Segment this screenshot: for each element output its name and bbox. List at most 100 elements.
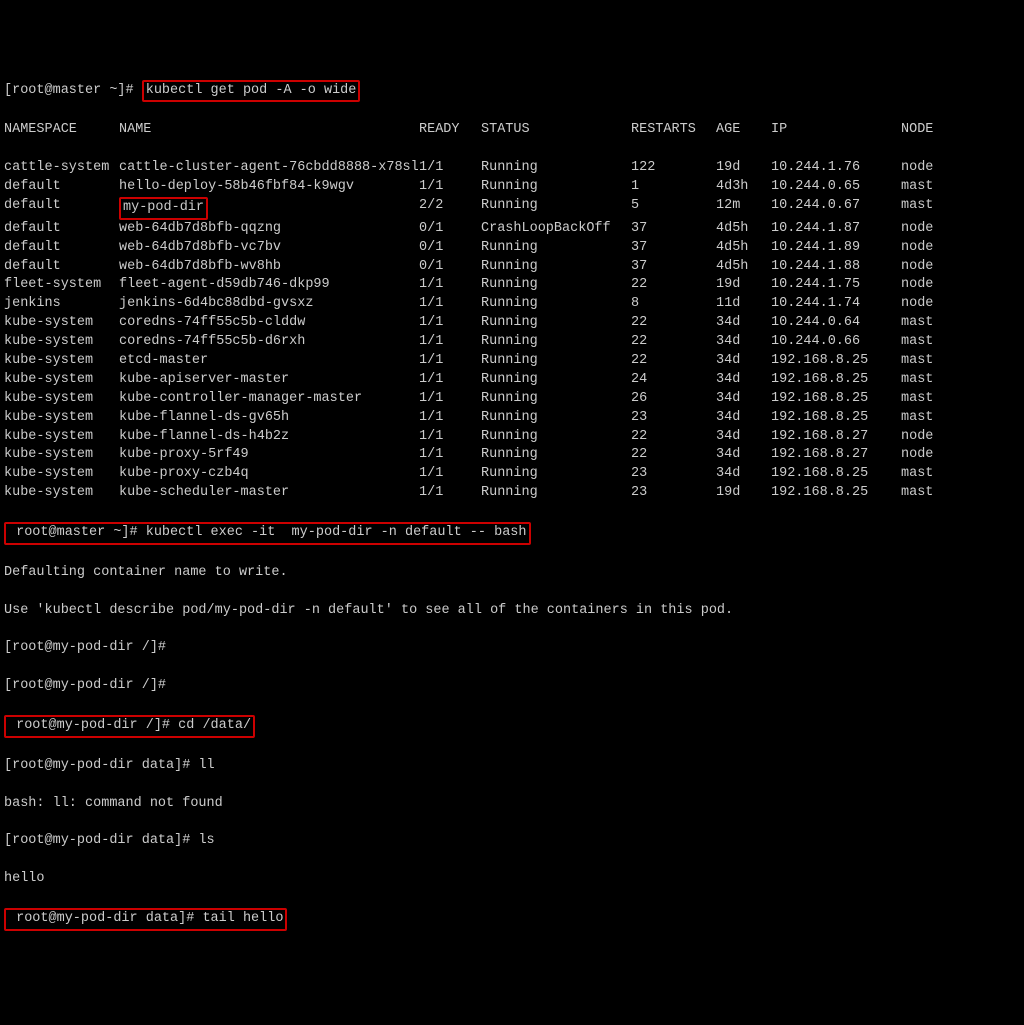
cell-node: node bbox=[901, 220, 951, 239]
cell-ip: 192.168.8.25 bbox=[771, 371, 901, 390]
cell-name: kube-flannel-ds-h4b2z bbox=[119, 428, 419, 447]
cell-ip: 10.244.1.74 bbox=[771, 295, 901, 314]
command-line-1[interactable]: [root@master ~]# kubectl get pod -A -o w… bbox=[4, 80, 1020, 103]
cell-ready: 2/2 bbox=[419, 197, 481, 220]
table-row: defaultweb-64db7d8bfb-qqzng0/1CrashLoopB… bbox=[4, 220, 1020, 239]
cmd-text: kubectl get pod -A -o wide bbox=[146, 83, 357, 98]
cell-restarts: 22 bbox=[631, 276, 716, 295]
cell-namespace: kube-system bbox=[4, 446, 119, 465]
cell-node: mast bbox=[901, 409, 951, 428]
cell-name: etcd-master bbox=[119, 352, 419, 371]
cell-namespace: default bbox=[4, 220, 119, 239]
tail-cmd-text: tail hello bbox=[202, 911, 283, 926]
cell-age: 34d bbox=[716, 409, 771, 428]
cell-age: 34d bbox=[716, 371, 771, 390]
cell-status: Running bbox=[481, 159, 631, 178]
cell-age: 34d bbox=[716, 446, 771, 465]
cell-name: kube-apiserver-master bbox=[119, 371, 419, 390]
cell-restarts: 37 bbox=[631, 239, 716, 258]
cell-restarts: 23 bbox=[631, 484, 716, 503]
cell-ip: 10.244.1.89 bbox=[771, 239, 901, 258]
exec-command-line[interactable]: root@master ~]# kubectl exec -it my-pod-… bbox=[4, 522, 1020, 545]
highlighted-cd-command: root@my-pod-dir /]# cd /data/ bbox=[4, 715, 255, 738]
cell-namespace: kube-system bbox=[4, 352, 119, 371]
cell-age: 12m bbox=[716, 197, 771, 220]
cell-namespace: default bbox=[4, 197, 119, 220]
cell-node: mast bbox=[901, 333, 951, 352]
cell-ip: 192.168.8.25 bbox=[771, 409, 901, 428]
cell-ready: 1/1 bbox=[419, 295, 481, 314]
cell-ready: 1/1 bbox=[419, 390, 481, 409]
cell-restarts: 1 bbox=[631, 178, 716, 197]
table-row: defaultweb-64db7d8bfb-vc7bv0/1Running374… bbox=[4, 239, 1020, 258]
cell-restarts: 23 bbox=[631, 465, 716, 484]
cell-age: 11d bbox=[716, 295, 771, 314]
table-row: kube-systemetcd-master1/1Running2234d192… bbox=[4, 352, 1020, 371]
cell-status: Running bbox=[481, 295, 631, 314]
cell-ip: 10.244.0.67 bbox=[771, 197, 901, 220]
cd-command-line[interactable]: root@my-pod-dir /]# cd /data/ bbox=[4, 715, 1020, 738]
ll-command-line[interactable]: [root@my-pod-dir data]# ll bbox=[4, 757, 1020, 776]
cell-name: kube-proxy-5rf49 bbox=[119, 446, 419, 465]
cell-restarts: 23 bbox=[631, 409, 716, 428]
cell-node: node bbox=[901, 258, 951, 277]
cell-namespace: kube-system bbox=[4, 371, 119, 390]
cell-ready: 1/1 bbox=[419, 314, 481, 333]
cell-name: kube-scheduler-master bbox=[119, 484, 419, 503]
cell-node: mast bbox=[901, 314, 951, 333]
cell-name: my-pod-dir bbox=[119, 197, 419, 220]
table-row: fleet-systemfleet-agent-d59db746-dkp991/… bbox=[4, 276, 1020, 295]
ls-cmd-text: ls bbox=[198, 833, 214, 848]
cell-restarts: 22 bbox=[631, 428, 716, 447]
cell-name: jenkins-6d4bc88dbd-gvsxz bbox=[119, 295, 419, 314]
cell-ready: 1/1 bbox=[419, 159, 481, 178]
cell-ip: 10.244.1.87 bbox=[771, 220, 901, 239]
highlighted-pod-name: my-pod-dir bbox=[119, 197, 208, 220]
cell-restarts: 37 bbox=[631, 258, 716, 277]
ls-command-line[interactable]: [root@my-pod-dir data]# ls bbox=[4, 832, 1020, 851]
pod-table: cattle-systemcattle-cluster-agent-76cbdd… bbox=[4, 159, 1020, 503]
tail-command-line[interactable]: root@my-pod-dir data]# tail hello bbox=[4, 908, 1020, 931]
cell-age: 19d bbox=[716, 484, 771, 503]
cell-namespace: kube-system bbox=[4, 428, 119, 447]
bash-error: bash: ll: command not found bbox=[4, 795, 1020, 814]
ll-cmd-text: ll bbox=[198, 758, 214, 773]
cell-node: node bbox=[901, 295, 951, 314]
header-status: STATUS bbox=[481, 121, 631, 140]
cell-namespace: jenkins bbox=[4, 295, 119, 314]
cd-cmd-text: cd /data/ bbox=[178, 718, 251, 733]
cell-ip: 10.244.0.64 bbox=[771, 314, 901, 333]
cell-node: node bbox=[901, 276, 951, 295]
highlighted-command: kubectl get pod -A -o wide bbox=[142, 80, 361, 103]
cell-namespace: kube-system bbox=[4, 390, 119, 409]
cell-ip: 192.168.8.25 bbox=[771, 390, 901, 409]
cell-age: 34d bbox=[716, 314, 771, 333]
cell-node: mast bbox=[901, 371, 951, 390]
cell-status: Running bbox=[481, 314, 631, 333]
pod-prompt[interactable]: [root@my-pod-dir /]# bbox=[4, 677, 1020, 696]
cell-ip: 192.168.8.27 bbox=[771, 446, 901, 465]
cell-namespace: kube-system bbox=[4, 484, 119, 503]
cell-name: kube-proxy-czb4q bbox=[119, 465, 419, 484]
exec-cmd-text: kubectl exec -it my-pod-dir -n default -… bbox=[146, 525, 527, 540]
cell-ip: 192.168.8.25 bbox=[771, 352, 901, 371]
cell-name: hello-deploy-58b46fbf84-k9wgv bbox=[119, 178, 419, 197]
cell-node: mast bbox=[901, 484, 951, 503]
cell-namespace: kube-system bbox=[4, 333, 119, 352]
cell-namespace: kube-system bbox=[4, 465, 119, 484]
table-row: cattle-systemcattle-cluster-agent-76cbdd… bbox=[4, 159, 1020, 178]
cell-status: Running bbox=[481, 390, 631, 409]
cell-namespace: default bbox=[4, 258, 119, 277]
cell-namespace: default bbox=[4, 178, 119, 197]
cell-status: CrashLoopBackOff bbox=[481, 220, 631, 239]
cell-status: Running bbox=[481, 371, 631, 390]
cell-status: Running bbox=[481, 239, 631, 258]
header-restarts: RESTARTS bbox=[631, 121, 716, 140]
cell-restarts: 122 bbox=[631, 159, 716, 178]
cell-ip: 192.168.8.25 bbox=[771, 484, 901, 503]
cell-node: mast bbox=[901, 352, 951, 371]
pod-prompt[interactable]: [root@my-pod-dir /]# bbox=[4, 639, 1020, 658]
cell-node: mast bbox=[901, 178, 951, 197]
cell-namespace: cattle-system bbox=[4, 159, 119, 178]
cell-ip: 10.244.0.66 bbox=[771, 333, 901, 352]
